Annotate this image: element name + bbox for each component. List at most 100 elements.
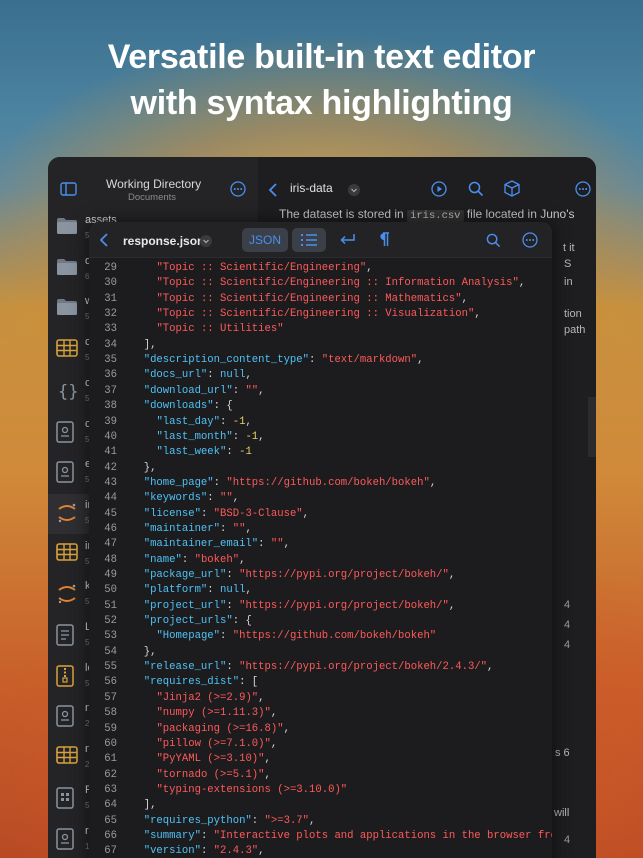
pane-more-icon[interactable] xyxy=(575,181,591,197)
punctuation-token xyxy=(131,385,144,397)
punctuation-token xyxy=(131,738,156,750)
line-numbers-toggle[interactable] xyxy=(292,228,326,252)
json-string-token: "" xyxy=(220,492,233,505)
more-options-icon[interactable] xyxy=(230,181,246,197)
punctuation-token xyxy=(131,538,144,550)
punctuation-token xyxy=(131,416,156,428)
notebook-title[interactable]: iris-data xyxy=(290,181,333,195)
inline-code: iris.csv xyxy=(407,210,464,222)
json-key-token: "keywords" xyxy=(143,492,208,505)
punctuation-token: , xyxy=(302,507,310,520)
line-number: 46 xyxy=(104,522,117,535)
notebook-text: The dataset is stored in iris.csv file l… xyxy=(279,207,575,222)
svg-text:{}: {} xyxy=(58,382,78,402)
peek-text: t it xyxy=(563,242,575,254)
json-string-token: "tornado (>=5.1)" xyxy=(156,768,265,781)
punctuation-token: : xyxy=(226,661,240,674)
editor-more-icon[interactable] xyxy=(522,232,538,248)
json-key-token: "license" xyxy=(143,507,201,520)
filename-chevron-down-icon[interactable] xyxy=(200,235,212,247)
search-icon[interactable] xyxy=(468,181,484,197)
peek-text: 4 xyxy=(564,834,571,846)
json-string-token: "Topic :: Scientific/Engineering :: Math… xyxy=(156,292,462,305)
json-string-token: "Topic :: Scientific/Engineering" xyxy=(156,262,367,274)
punctuation-token xyxy=(131,615,144,627)
peek-text: 4 xyxy=(564,639,571,651)
json-key-token: "requires_python" xyxy=(143,814,252,827)
line-number: 36 xyxy=(104,369,117,382)
editor-search-icon[interactable] xyxy=(486,233,501,248)
json-key-token: "summary" xyxy=(143,829,201,842)
line-number: 30 xyxy=(104,277,117,290)
line-number: 43 xyxy=(104,476,117,489)
word-wrap-icon[interactable] xyxy=(339,233,355,247)
punctuation-token: , xyxy=(239,553,246,566)
json-key-token: "release_url" xyxy=(143,661,227,674)
punctuation-token xyxy=(131,492,144,504)
code-area[interactable]: 29 "Topic :: Scientific/Engineering", 30 … xyxy=(89,258,552,858)
punctuation-token xyxy=(131,354,144,366)
syntax-mode-button[interactable]: JSON xyxy=(242,228,288,252)
json-string-token: "typing-extensions (>=3.10.0)" xyxy=(156,783,348,796)
code-line: "keywords": "", xyxy=(131,492,239,504)
punctuation-token: : { xyxy=(232,615,252,628)
code-line: "Topic :: Scientific/Engineering :: Info… xyxy=(131,277,525,289)
code-line: "last_week": -1 xyxy=(131,446,251,458)
code-line: "requires_python": ">=3.7", xyxy=(131,814,316,827)
punctuation-token: , xyxy=(448,599,456,612)
line-number: 52 xyxy=(104,615,117,628)
json-key-token: "last_month" xyxy=(156,430,233,443)
line-number: 29 xyxy=(104,262,117,274)
code-line: "typing-extensions (>=3.10.0)" xyxy=(131,784,347,796)
code-line: "tornado (>=5.1)", xyxy=(131,768,270,781)
peek-text: will xyxy=(554,807,570,819)
editor-filename[interactable]: response.json xyxy=(123,234,204,248)
line-number: 55 xyxy=(104,661,117,674)
code-line: "packaging (>=16.8)", xyxy=(131,723,290,735)
title-chevron-down-icon[interactable] xyxy=(348,184,360,196)
jupyter-icon xyxy=(56,583,78,605)
punctuation-token: , xyxy=(283,722,290,735)
punctuation-token: , xyxy=(264,753,271,766)
line-number: 54 xyxy=(104,645,117,658)
json-key-token: "last_day" xyxy=(156,415,221,428)
punctuation-token: : xyxy=(251,814,265,827)
ipad-window: ••• Working Directory Documents assets5d… xyxy=(48,157,596,858)
code-line: "Topic :: Scientific/Engineering :: Math… xyxy=(131,293,468,305)
sidebar-toggle-icon[interactable] xyxy=(60,182,77,196)
back-chevron-icon[interactable] xyxy=(268,183,278,197)
notebook-text-after: file located in Juno's xyxy=(463,207,575,221)
punctuation-token xyxy=(131,323,156,335)
punctuation-token: , xyxy=(429,476,437,489)
sidebar-title: Working Directory xyxy=(106,177,202,191)
code-line: "download_url": "", xyxy=(131,385,265,397)
code-line: ], xyxy=(131,339,157,351)
json-key-token: "name" xyxy=(143,553,182,566)
code-line: "requires_dist": [ xyxy=(131,676,258,688)
punctuation-token: , xyxy=(245,369,252,382)
punctuation-token xyxy=(131,784,156,796)
punctuation-token: , xyxy=(474,308,481,321)
notebook-icon xyxy=(56,705,78,728)
peek-text: s 6 xyxy=(555,747,570,759)
json-string-token: "text/markdown" xyxy=(321,354,418,367)
output-cell-edge xyxy=(588,397,596,457)
line-number: 61 xyxy=(104,753,117,766)
punctuation-token xyxy=(131,769,156,781)
code-line: "Homepage": "https://github.com/bokeh/bo… xyxy=(131,630,436,642)
json-string-token: "PyYAML (>=3.10)" xyxy=(156,753,265,766)
json-string-token: "" xyxy=(232,522,246,535)
punctuation-token xyxy=(131,707,156,719)
editor-back-icon[interactable] xyxy=(99,233,109,247)
line-number: 47 xyxy=(104,538,117,551)
json-string-token: "numpy (>=1.11.3)" xyxy=(156,707,271,720)
json-string-token: "BSD-3-Clause" xyxy=(213,507,303,520)
punctuation-token xyxy=(131,400,144,412)
numbered-list-icon xyxy=(301,234,317,246)
peek-text: 4 xyxy=(564,619,571,631)
run-icon[interactable] xyxy=(431,181,447,197)
invisibles-pilcrow-icon[interactable] xyxy=(378,232,390,247)
package-cube-icon[interactable] xyxy=(504,180,520,197)
peek-text: 4 xyxy=(564,599,571,611)
punctuation-token: }, xyxy=(131,461,157,474)
